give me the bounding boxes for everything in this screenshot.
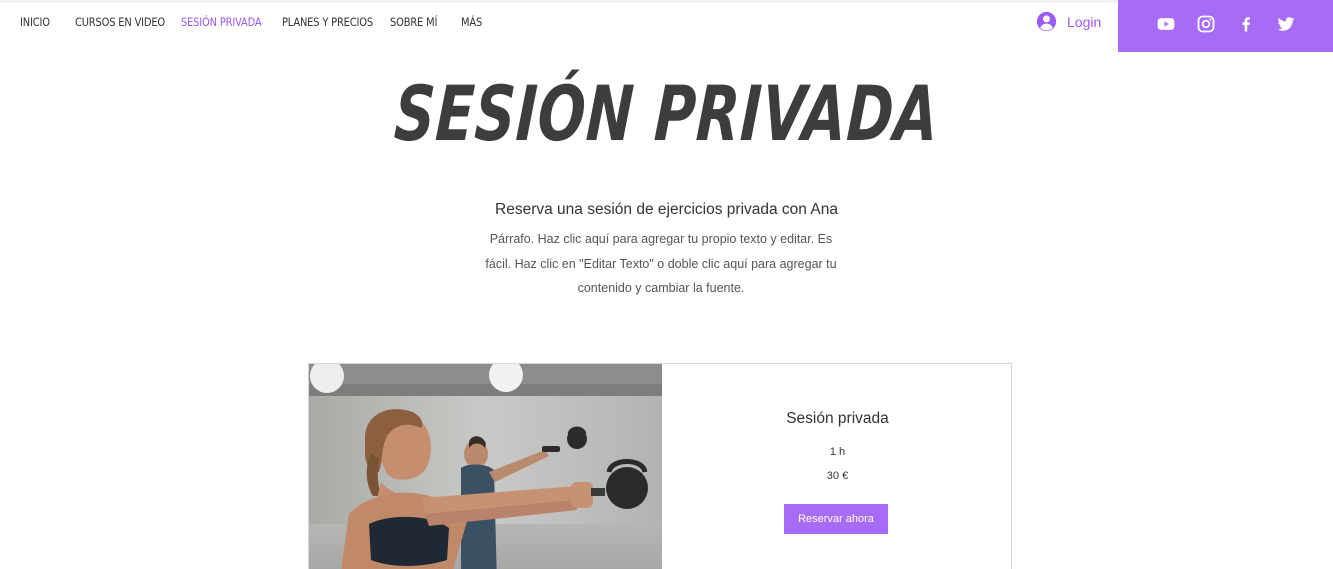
youtube-icon[interactable] [1156, 14, 1176, 34]
nav-item-cursos-en-video[interactable]: CURSOS EN VIDEO [75, 14, 165, 30]
nav-item-planes-y-precios[interactable]: PLANES Y PRECIOS [282, 14, 373, 30]
facebook-icon[interactable] [1236, 14, 1256, 34]
intro-paragraph-line: Párrafo. Haz clic aquí para agregar tu p… [489, 232, 833, 246]
service-duration: 1 h [829, 446, 846, 458]
social-bar [1118, 0, 1333, 52]
service-image[interactable] [309, 364, 662, 569]
nav-item-sobre-mi[interactable]: SOBRE MÍ [390, 14, 437, 30]
service-price: 30 € [826, 470, 849, 482]
page-title: SESIÓN PRIVADA [0, 64, 1333, 164]
page: INICIO CURSOS EN VIDEO SESIÓN PRIVADA PL… [0, 0, 1333, 569]
page-subtitle: Reserva una sesión de ejercicios privada… [495, 201, 838, 218]
intro-paragraph-line: contenido y cambiar la fuente. [577, 281, 745, 295]
page-title-text: SESIÓN PRIVADA [392, 69, 941, 158]
service-details: Sesión privada 1 h 30 € Reservar ahora [662, 364, 1013, 569]
nav-item-mas[interactable]: MÁS [461, 14, 482, 30]
login-label: Login [1067, 13, 1102, 30]
service-card: Sesión privada 1 h 30 € Reservar ahora [308, 363, 1012, 569]
intro-paragraph: Párrafo. Haz clic aquí para agregar tu p… [466, 227, 856, 301]
kettlebell-workout-photo [309, 364, 662, 569]
nav-item-sesion-privada[interactable]: SESIÓN PRIVADA [181, 14, 262, 30]
nav-item-inicio[interactable]: INICIO [20, 14, 50, 30]
instagram-icon[interactable] [1196, 14, 1216, 34]
twitter-icon[interactable] [1276, 14, 1296, 34]
service-name: Sesión privada [786, 410, 889, 427]
book-now-button[interactable]: Reservar ahora [784, 504, 888, 534]
user-avatar-icon [1036, 11, 1057, 32]
login-button[interactable]: Login [1036, 11, 1101, 32]
intro-paragraph-line: fácil. Haz clic en "Editar Texto" o dobl… [485, 256, 837, 271]
